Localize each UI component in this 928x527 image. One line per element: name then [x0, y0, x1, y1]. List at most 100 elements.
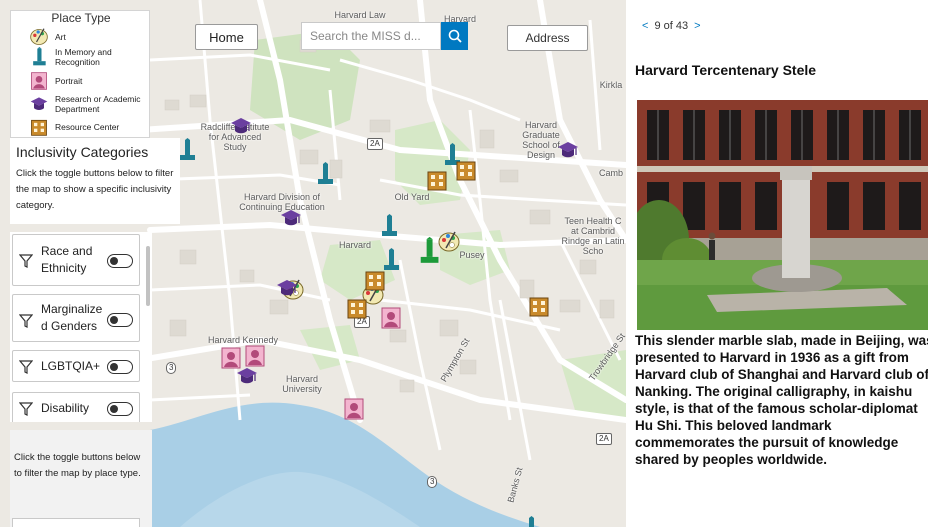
resource-center-marker[interactable] — [426, 168, 448, 192]
feature-pager: < 9 of 43 > — [642, 20, 707, 32]
filter-icon — [19, 402, 33, 416]
monument-icon — [382, 214, 397, 236]
lgbtqia-toggle[interactable] — [107, 360, 133, 374]
search-input[interactable]: Search the MISS d... — [301, 22, 441, 50]
next-feature-button[interactable]: > — [694, 20, 700, 32]
previous-feature-button[interactable]: < — [642, 20, 648, 32]
building-icon — [347, 299, 367, 319]
building-icon — [427, 171, 447, 191]
toggle-knob — [110, 362, 118, 371]
monument-icon — [33, 47, 46, 66]
portrait-marker[interactable] — [343, 397, 365, 421]
map-label-teen-health: Teen Health C at Cambrid Rindge an Latin… — [561, 216, 625, 256]
map-label-kirkland: Kirkla — [599, 80, 623, 90]
inclusivity-filter-list[interactable]: Race and Ethnicity Marginalized Genders … — [10, 232, 152, 422]
marginalized-genders-toggle[interactable] — [107, 313, 133, 327]
filter-marginalized-genders[interactable]: Marginalized Genders — [12, 294, 140, 342]
toggle-knob — [110, 256, 118, 265]
resource-center-marker[interactable] — [528, 294, 550, 318]
palette-icon — [30, 28, 48, 45]
toggle-knob — [110, 315, 118, 324]
feature-title: Harvard Tercentenary Stele — [635, 62, 817, 78]
filter-icon — [19, 254, 33, 268]
academic-marker[interactable] — [276, 276, 298, 300]
route-2a-shield: 2A — [367, 138, 383, 150]
feature-position: 9 of 43 — [654, 20, 689, 32]
search-icon — [448, 29, 462, 43]
place-filter-description: Click the toggle buttons below to filter… — [14, 452, 141, 479]
map-label-harvard-station: Harvard — [338, 240, 371, 250]
inclusivity-description: Click the toggle buttons below to filter… — [16, 168, 174, 211]
map-label-cambridge: Camb — [598, 168, 623, 178]
stele-photo-image — [637, 100, 928, 330]
feature-photo — [637, 100, 928, 330]
academic-marker[interactable] — [230, 114, 252, 138]
portrait-icon — [344, 398, 364, 420]
race-ethnicity-toggle[interactable] — [107, 254, 133, 268]
inclusivity-panel: Inclusivity Categories Click the toggle … — [10, 138, 180, 224]
feature-panel: < 9 of 43 > Harvard Tercentenary Stele T… — [626, 0, 928, 527]
graduation-cap-icon — [558, 142, 578, 158]
monument-marker[interactable] — [314, 162, 336, 186]
academic-marker[interactable] — [236, 364, 258, 388]
filter-icon — [19, 314, 33, 328]
legend-label: Research or Academic Department — [55, 94, 141, 114]
building-icon — [456, 161, 476, 181]
legend-label: Portrait — [55, 76, 83, 86]
search-button[interactable] — [441, 22, 468, 50]
graduation-cap-icon — [30, 97, 48, 111]
resource-center-marker[interactable] — [455, 158, 477, 182]
graduation-cap-icon — [231, 118, 251, 134]
academic-marker[interactable] — [557, 138, 579, 162]
building-icon — [529, 297, 549, 317]
filter-disability[interactable]: Disability — [12, 392, 140, 422]
scrollbar-thumb[interactable] — [146, 246, 150, 306]
filter-label: LGBTQIA+ — [41, 359, 101, 373]
map-label-harvard-university: Harvard University — [282, 374, 322, 394]
filter-scrollbar[interactable] — [144, 238, 152, 422]
legend-label: Resource Center — [55, 122, 120, 132]
place-type-filter-panel: Click the toggle buttons below to filter… — [10, 430, 152, 527]
home-button[interactable]: Home — [195, 24, 258, 50]
academic-marker[interactable] — [280, 206, 302, 230]
portrait-icon — [381, 307, 401, 329]
portrait-icon — [31, 72, 47, 90]
place-filter-card[interactable] — [12, 518, 140, 527]
legend-label: In Memory and Recognition — [55, 47, 112, 67]
filter-label: Race and Ethnicity — [41, 244, 93, 275]
graduation-cap-icon — [281, 210, 301, 226]
disability-toggle[interactable] — [107, 402, 133, 416]
art-marker[interactable] — [438, 230, 460, 254]
portrait-marker[interactable] — [380, 306, 402, 330]
palette-icon — [438, 231, 460, 252]
legend-item-resource: Resource Center — [29, 117, 119, 137]
filter-label: Marginalized Genders — [41, 302, 103, 333]
feature-description: This slender marble slab, made in Beijin… — [635, 333, 928, 467]
inclusivity-title: Inclusivity Categories — [16, 144, 149, 160]
building-icon — [365, 271, 385, 291]
legend-item-portrait: Portrait — [29, 71, 82, 91]
monument-icon — [318, 162, 333, 184]
filter-icon — [19, 360, 33, 374]
address-button[interactable]: Address — [507, 25, 588, 51]
legend-item-art: Art — [29, 27, 66, 47]
filter-race-ethnicity[interactable]: Race and Ethnicity — [12, 234, 140, 286]
route-2a-shield-3: 2A — [596, 433, 612, 445]
map-label-kennedy: Harvard Kennedy — [207, 335, 279, 345]
legend-title: Place Type — [51, 11, 111, 25]
filter-label: Disability — [41, 401, 90, 415]
legend-label: Art — [55, 32, 66, 42]
filter-lgbtqia[interactable]: LGBTQIA+ — [12, 350, 140, 382]
map-label-old-yard: Old Yard — [394, 192, 430, 202]
map-label-law: Harvard Law — [334, 10, 386, 20]
monument-icon — [529, 516, 534, 527]
place-type-legend: Place Type Art In Memory and Recognition… — [10, 10, 150, 138]
monument-marker[interactable] — [378, 214, 400, 238]
graduation-cap-icon — [237, 368, 257, 384]
resource-center-marker[interactable] — [364, 268, 386, 292]
building-icon — [31, 119, 47, 136]
monument-marker[interactable] — [520, 516, 542, 527]
toggle-knob — [110, 404, 118, 413]
graduation-cap-icon — [277, 280, 297, 296]
resource-center-marker[interactable] — [346, 296, 368, 320]
